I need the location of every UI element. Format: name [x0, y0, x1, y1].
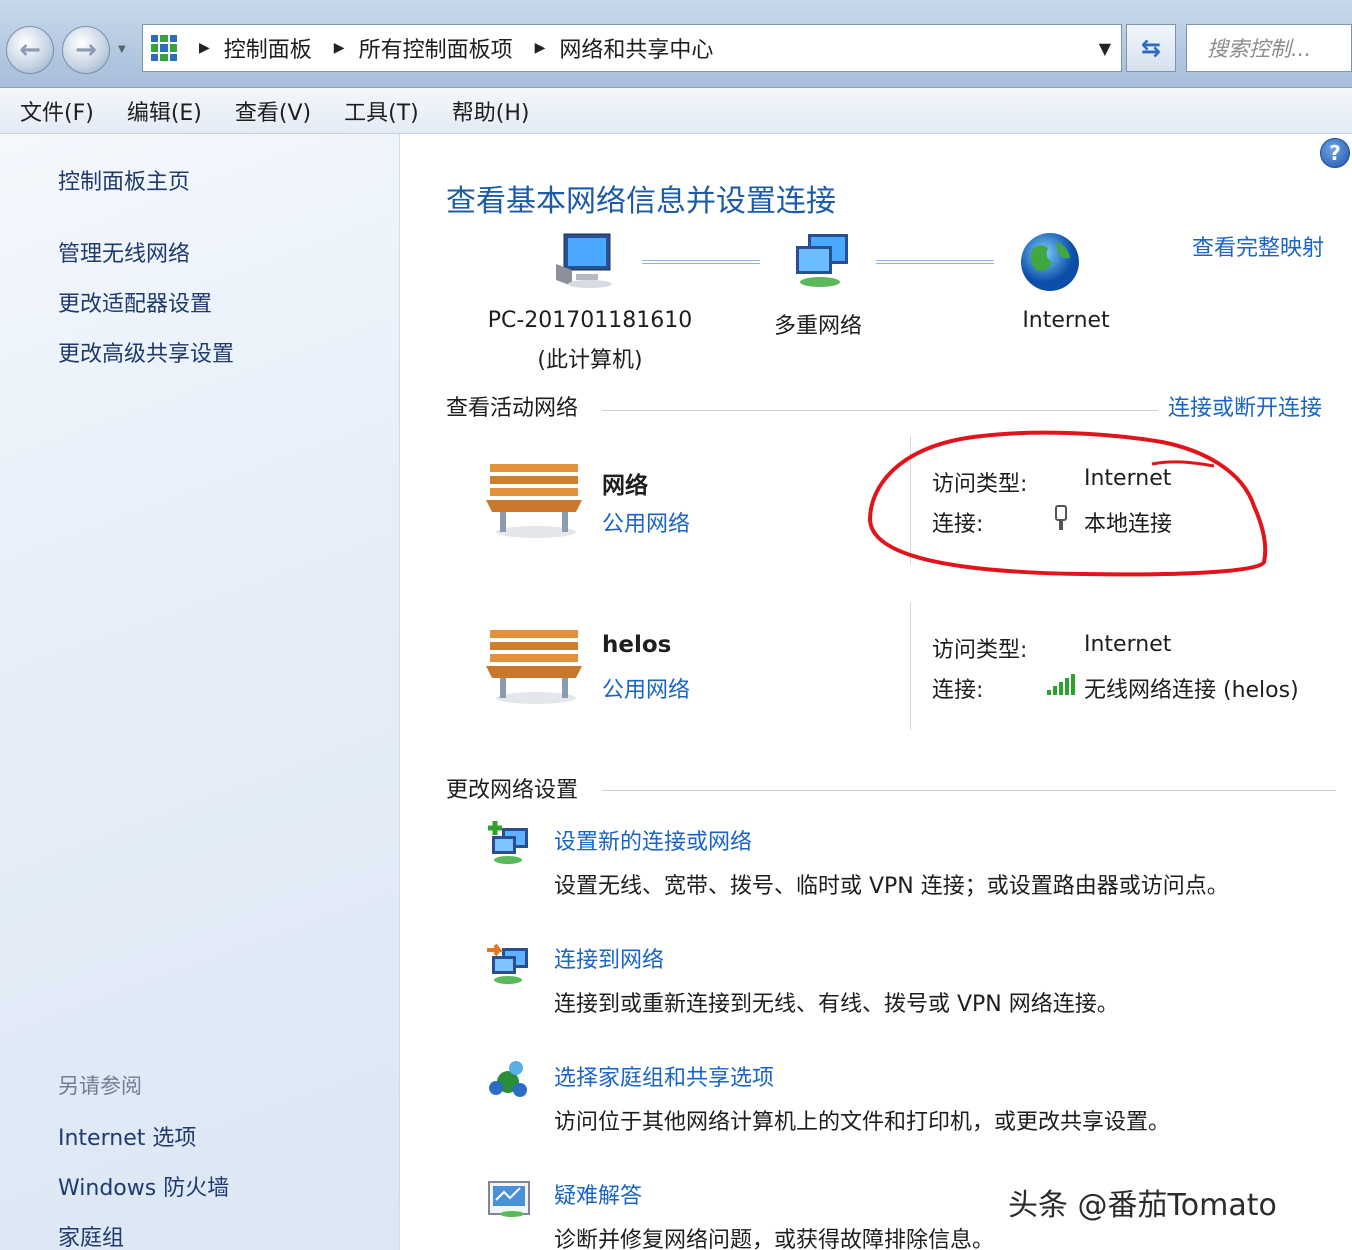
- view-full-map-link[interactable]: 查看完整映射: [1192, 230, 1324, 262]
- main-content: ? 查看基本网络信息并设置连接 PC-201701181610 (此计算机) 多…: [400, 134, 1352, 1250]
- network-name: helos: [602, 632, 672, 658]
- help-icon: ?: [1329, 141, 1341, 165]
- menu-tools[interactable]: 工具(T): [344, 95, 419, 127]
- public-network-bench-icon: [486, 464, 582, 538]
- task-troubleshoot-desc: 诊断并修复网络问题，或获得故障排除信息。: [554, 1228, 995, 1250]
- sidebar-homegroup[interactable]: 家庭组: [58, 1220, 124, 1250]
- section-divider: [602, 790, 1336, 791]
- connection-label: 连接:: [932, 678, 984, 703]
- connect-disconnect-link[interactable]: 连接或断开连接: [1168, 390, 1322, 422]
- forward-button[interactable]: →: [62, 26, 110, 74]
- access-type-value: Internet: [1084, 632, 1172, 657]
- menu-bar: 文件(F) 编辑(E) 查看(V) 工具(T) 帮助(H): [0, 88, 1352, 134]
- sidebar: 控制面板主页 管理无线网络 更改适配器设置 更改高级共享设置 另请参阅 Inte…: [0, 134, 400, 1250]
- breadcrumb-separator-icon[interactable]: ▶: [199, 40, 210, 56]
- internet-globe-icon[interactable]: [1018, 230, 1082, 294]
- active-networks-heading: 查看活动网络: [446, 396, 579, 421]
- see-also-heading: 另请参阅: [58, 1074, 142, 1098]
- refresh-icon: ⇆: [1140, 34, 1162, 62]
- access-type-label: 访问类型:: [932, 638, 1028, 663]
- breadcrumb-all-items[interactable]: 所有控制面板项: [359, 32, 513, 64]
- address-bar[interactable]: ▶ 控制面板 ▶ 所有控制面板项 ▶ 网络和共享中心 ▼: [142, 24, 1122, 72]
- network-separator: [910, 602, 911, 730]
- menu-file[interactable]: 文件(F): [20, 95, 94, 127]
- map-connector: [876, 260, 994, 264]
- breadcrumb-network-center[interactable]: 网络和共享中心: [559, 32, 713, 64]
- breadcrumb-separator-icon[interactable]: ▶: [334, 40, 345, 56]
- task-troubleshoot-link[interactable]: 疑难解答: [554, 1178, 642, 1210]
- change-settings-heading: 更改网络设置: [446, 778, 579, 803]
- network-type-link[interactable]: 公用网络: [602, 672, 690, 704]
- task-connect-network-desc: 连接到或重新连接到无线、有线、拨号或 VPN 网络连接。: [554, 992, 1119, 1017]
- task-homegroup-desc: 访问位于其他网络计算机上的文件和打印机，或更改共享设置。: [554, 1110, 1171, 1135]
- section-divider: [602, 410, 1158, 411]
- computer-icon[interactable]: [552, 230, 618, 290]
- network-type-link[interactable]: 公用网络: [602, 506, 690, 538]
- back-arrow-icon: ←: [19, 35, 41, 65]
- map-connector: [642, 260, 760, 264]
- map-multiple-networks: 多重网络: [773, 314, 862, 339]
- network-name: 网络: [602, 473, 648, 499]
- page-title: 查看基本网络信息并设置连接: [446, 184, 836, 219]
- new-connection-icon: [488, 821, 528, 864]
- search-input[interactable]: 搜索控制...: [1186, 24, 1352, 72]
- sidebar-internet-options[interactable]: Internet 选项: [58, 1120, 196, 1152]
- menu-edit[interactable]: 编辑(E): [127, 95, 202, 127]
- wireless-connection-link[interactable]: 无线网络连接 (helos): [1084, 672, 1299, 704]
- sidebar-sharing-settings[interactable]: 更改高级共享设置: [58, 336, 234, 368]
- back-button[interactable]: ←: [6, 26, 54, 74]
- wifi-signal-icon: [1047, 674, 1075, 695]
- sidebar-manage-wireless[interactable]: 管理无线网络: [58, 236, 190, 268]
- breadcrumb-separator-icon[interactable]: ▶: [535, 40, 546, 56]
- sidebar-control-panel-home[interactable]: 控制面板主页: [58, 164, 190, 196]
- breadcrumb-control-panel[interactable]: 控制面板: [224, 32, 312, 64]
- map-internet: Internet: [1022, 308, 1110, 333]
- control-panel-icon: [151, 35, 177, 61]
- task-connect-network-link[interactable]: 连接到网络: [554, 942, 664, 974]
- search-placeholder: 搜索控制...: [1207, 37, 1312, 61]
- refresh-button[interactable]: ⇆: [1126, 24, 1176, 72]
- task-setup-connection-desc: 设置无线、宽带、拨号、临时或 VPN 连接；或设置路由器或访问点。: [554, 874, 1229, 899]
- sidebar-windows-firewall[interactable]: Windows 防火墙: [58, 1170, 229, 1202]
- task-homegroup-link[interactable]: 选择家庭组和共享选项: [554, 1060, 774, 1092]
- map-computer-name: PC-201701181610: [487, 308, 693, 333]
- connect-to-network-icon: [487, 943, 528, 984]
- annotation-circle: [867, 430, 1268, 577]
- navigation-bar: ← → ▼ ▶ 控制面板 ▶ 所有控制面板项 ▶ 网络和共享中心 ▼ ⇆ 搜索控…: [0, 0, 1352, 88]
- forward-arrow-icon: →: [75, 35, 97, 65]
- address-dropdown-icon[interactable]: ▼: [1099, 39, 1111, 58]
- multiple-networks-icon[interactable]: [790, 232, 856, 292]
- homegroup-icon: [489, 1061, 527, 1097]
- menu-view[interactable]: 查看(V): [235, 95, 311, 127]
- help-button[interactable]: ?: [1320, 138, 1350, 168]
- menu-help[interactable]: 帮助(H): [452, 95, 530, 127]
- public-network-bench-icon: [486, 630, 582, 704]
- history-dropdown-icon[interactable]: ▼: [118, 44, 130, 56]
- troubleshoot-icon: [488, 1181, 530, 1217]
- map-computer-sub: (此计算机): [537, 348, 643, 373]
- task-setup-connection-link[interactable]: 设置新的连接或网络: [554, 824, 752, 856]
- sidebar-adapter-settings[interactable]: 更改适配器设置: [58, 286, 212, 318]
- watermark: 头条 @番茄Tomato: [1008, 1188, 1277, 1223]
